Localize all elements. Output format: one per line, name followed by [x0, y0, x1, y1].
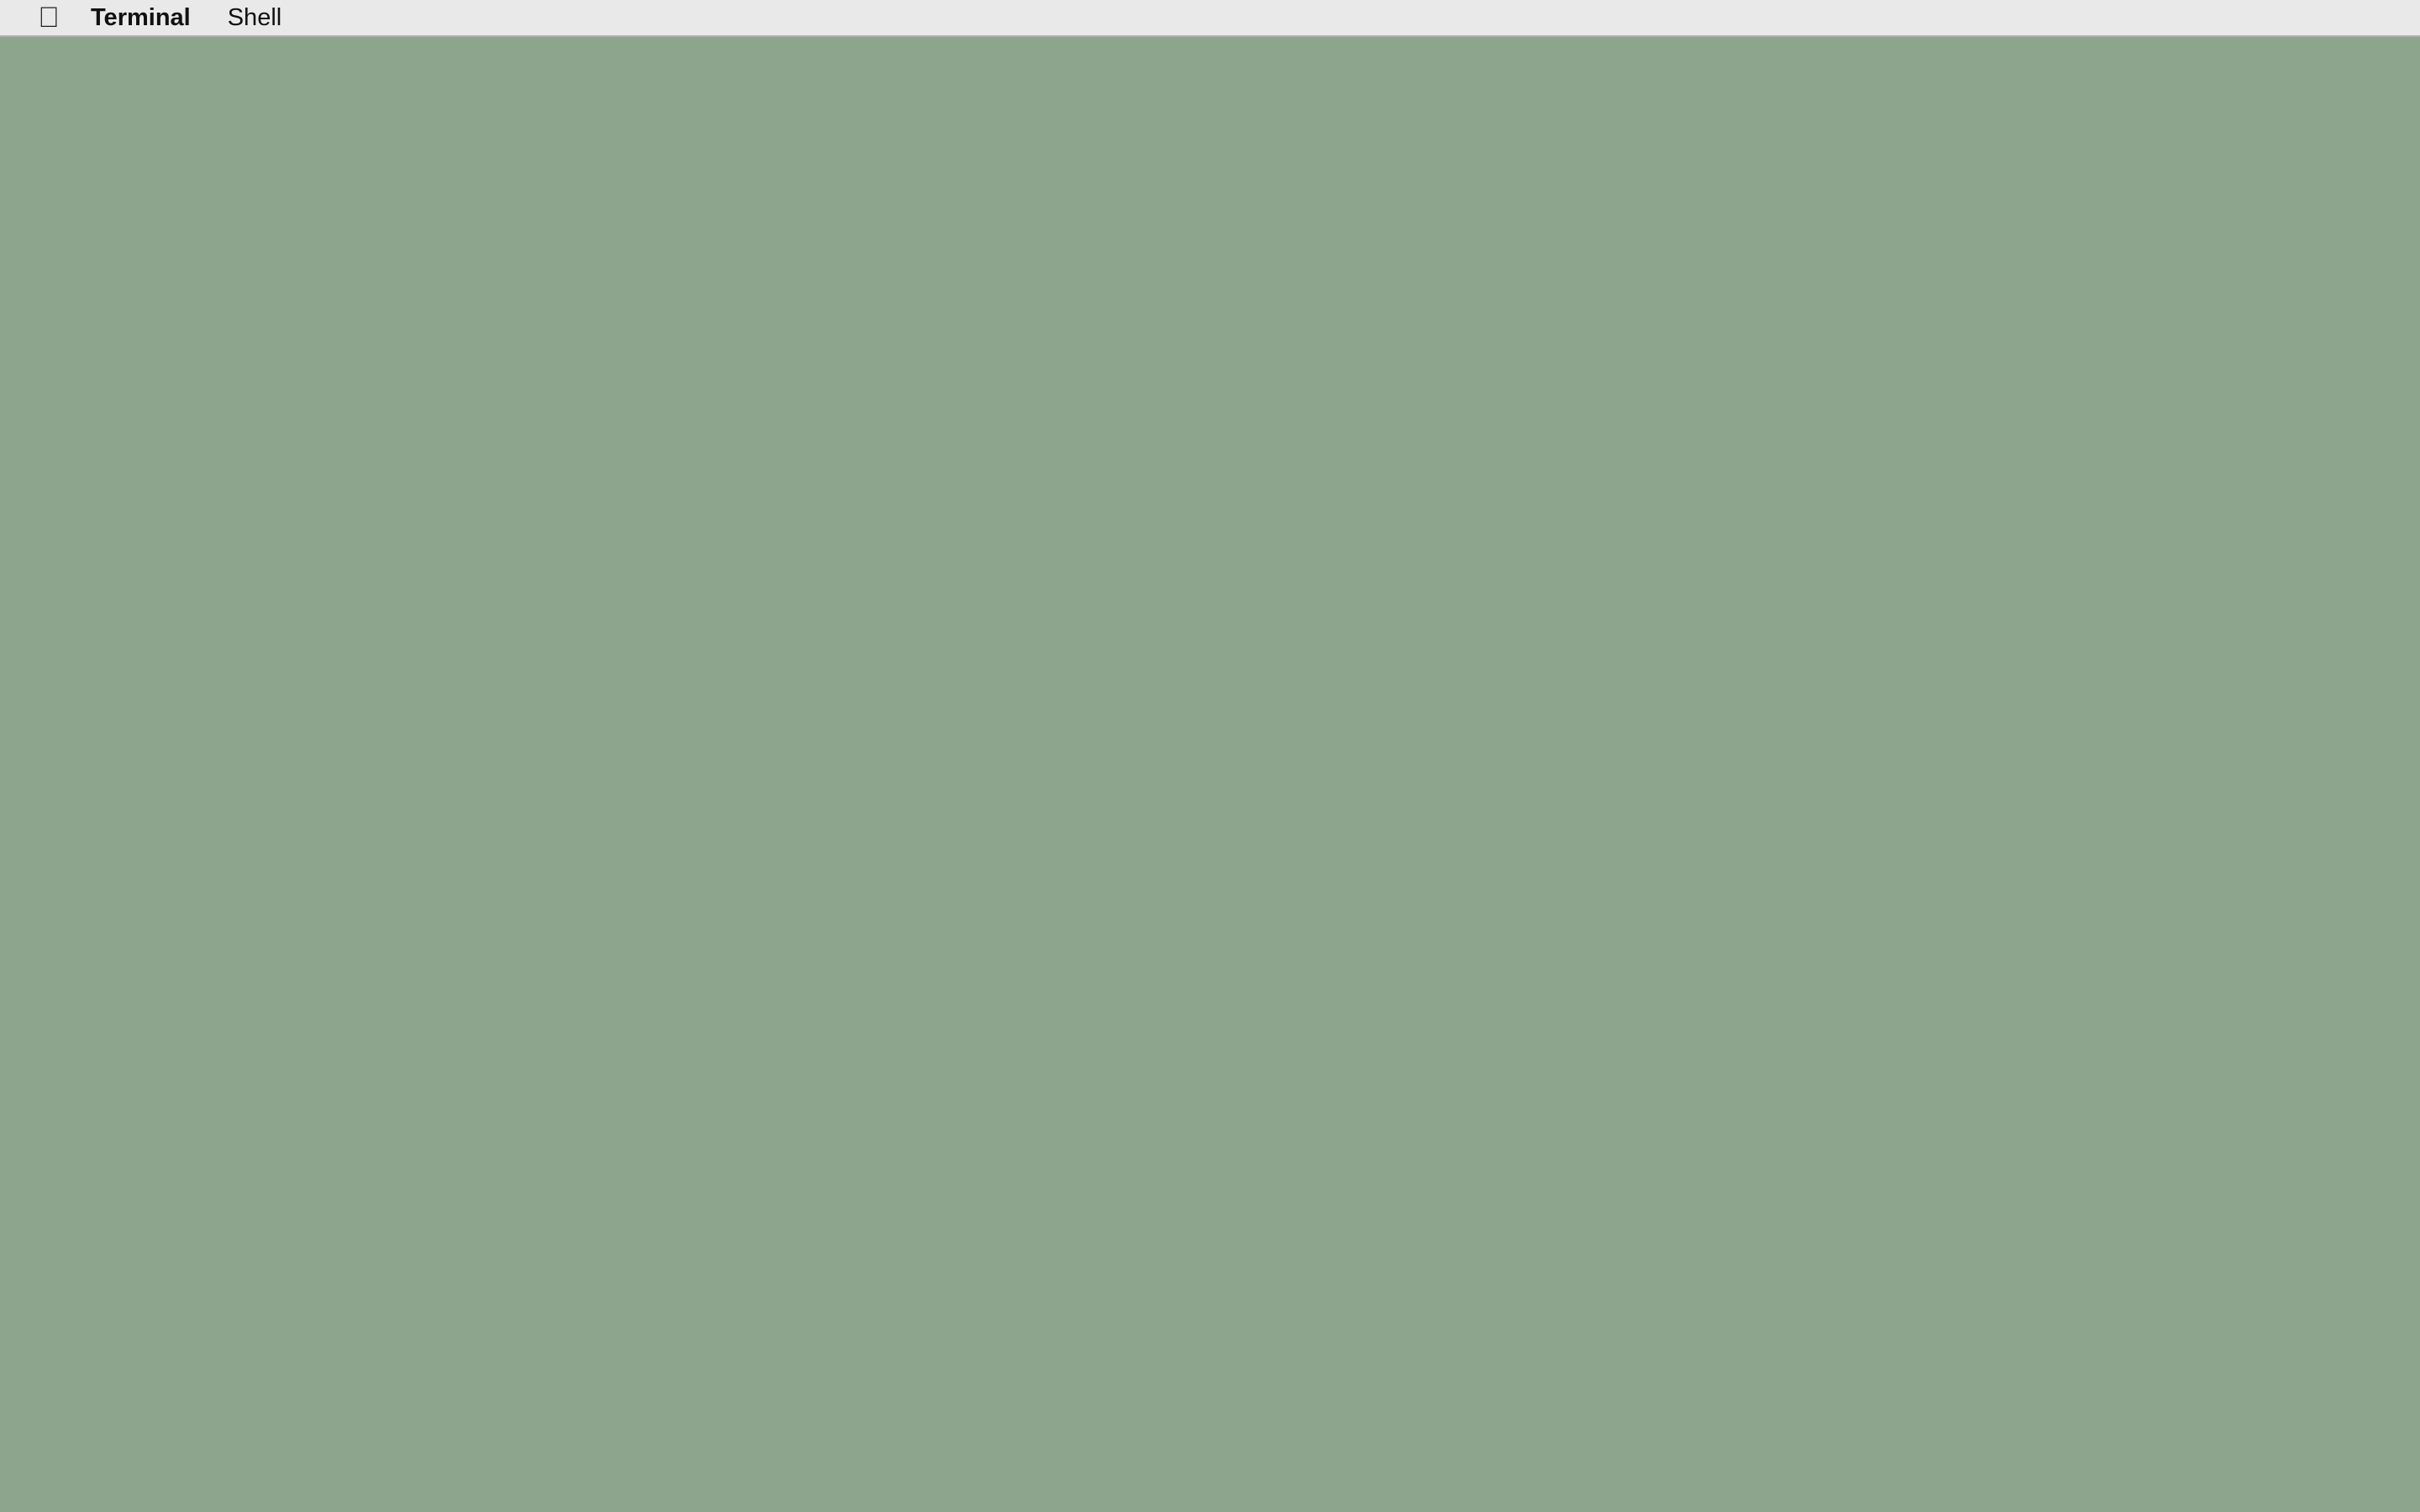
app-menu[interactable]: Terminal: [91, 4, 191, 32]
menu-bar:  Terminal Shell: [0, 0, 2420, 37]
apple-logo-icon[interactable]: : [25, 0, 72, 36]
screen-background: [0, 37, 2420, 1512]
menu-shell[interactable]: Shell: [228, 4, 282, 32]
